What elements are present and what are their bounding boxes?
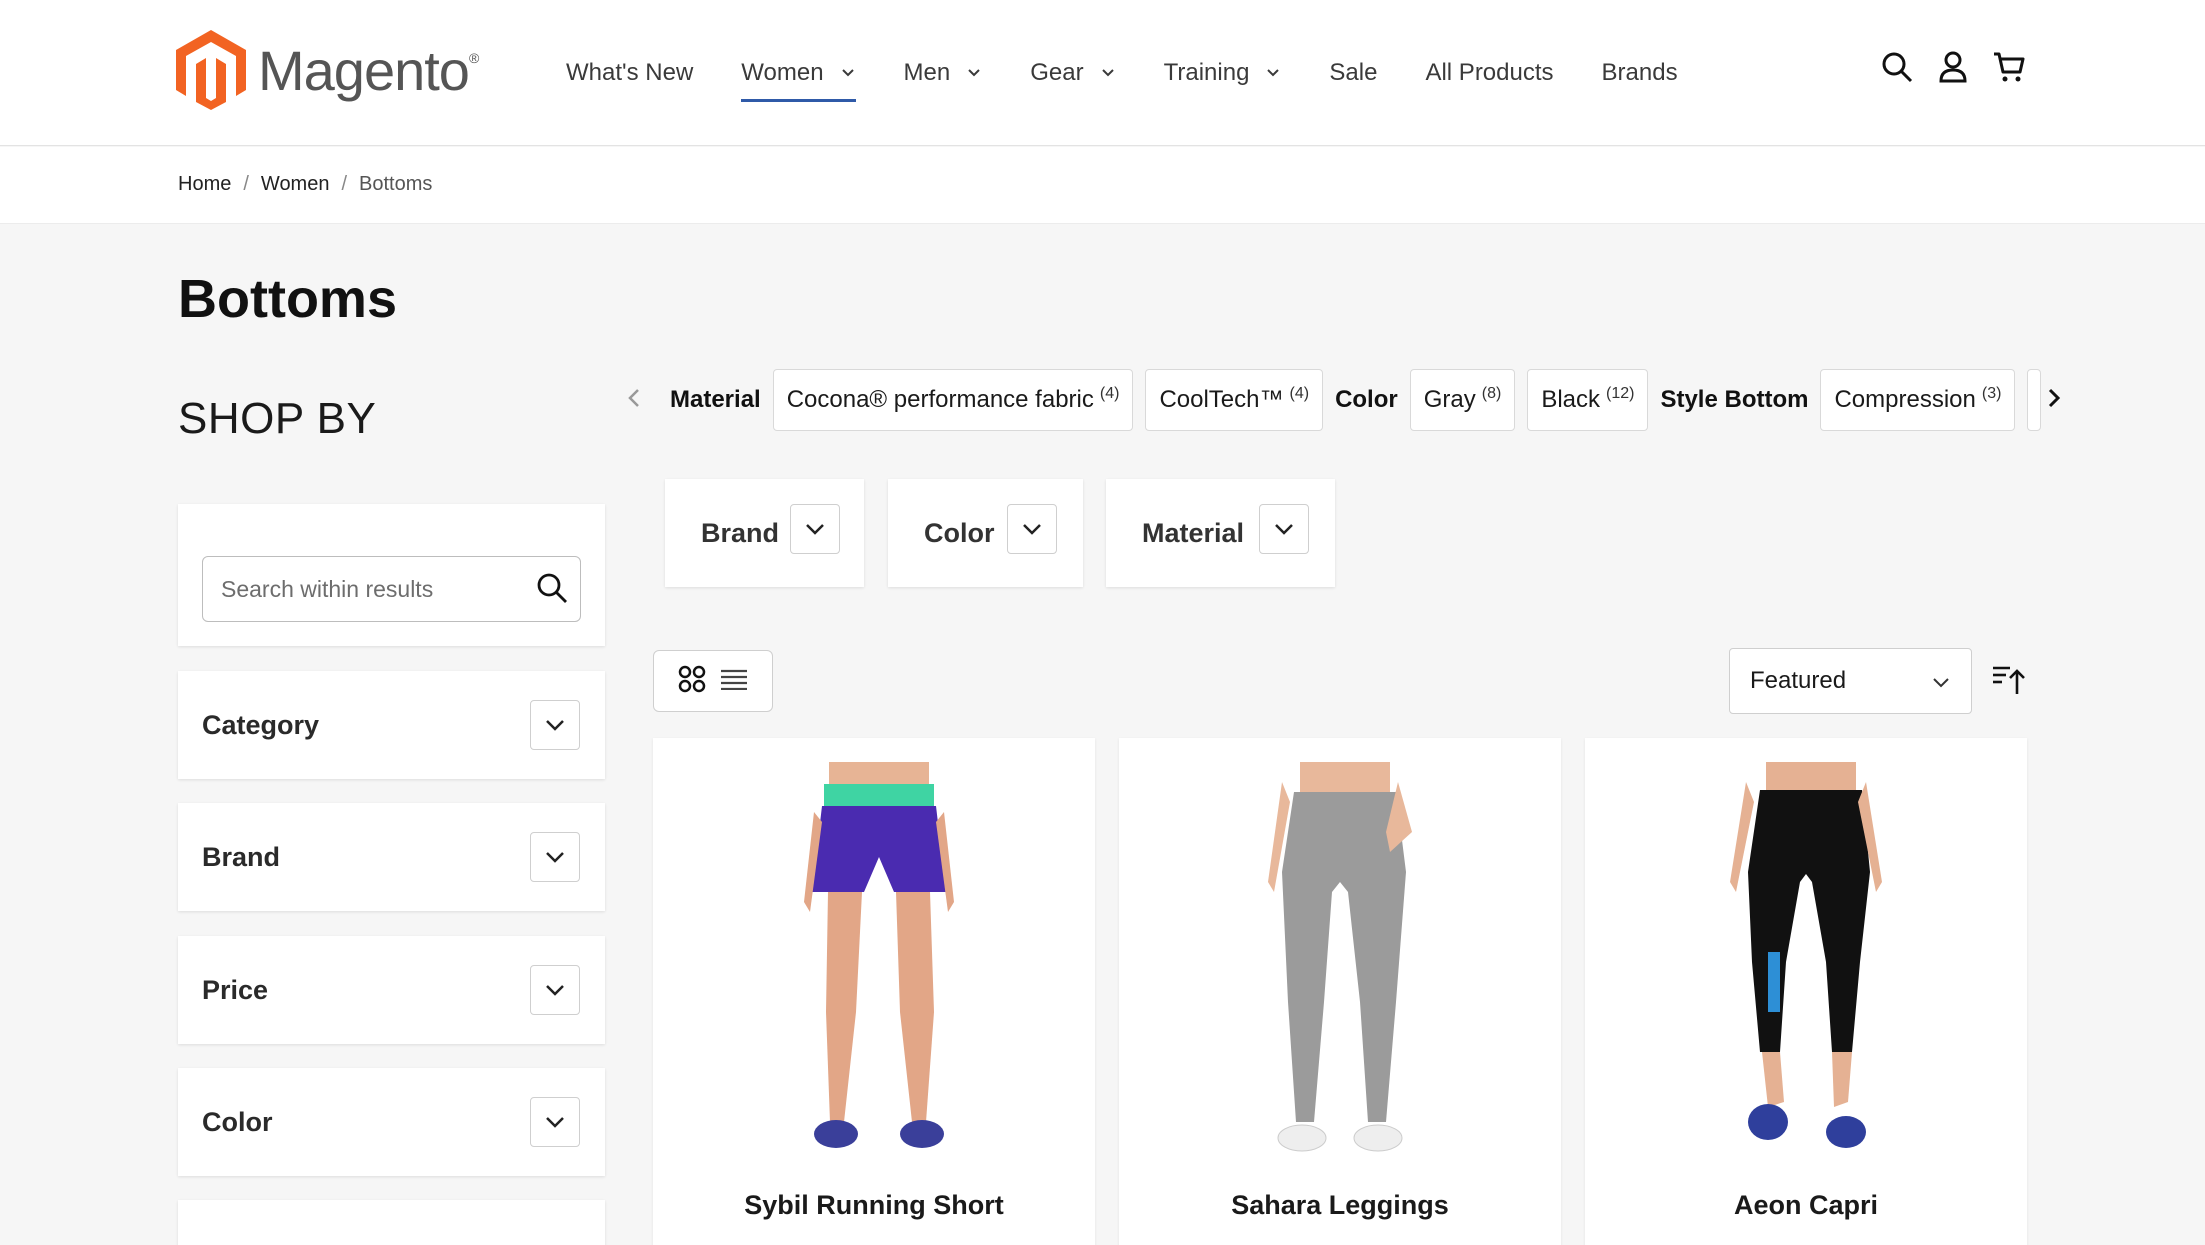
breadcrumb-home[interactable]: Home: [178, 173, 231, 196]
applied-filter-chips: Material Cocona® performance fabric (4) C…: [664, 368, 2042, 432]
header-actions: [1880, 50, 2026, 84]
filter-color-toggle[interactable]: [530, 1097, 580, 1147]
nav-gear[interactable]: Gear: [1030, 0, 1115, 146]
chevron-down-icon: [1023, 524, 1041, 535]
product-card[interactable]: Sahara Leggings: [1119, 738, 1561, 1245]
top-filter-color-toggle[interactable]: [1007, 504, 1057, 554]
site-header: Magento® What's New Women Men Gear Train…: [0, 0, 2205, 146]
product-card[interactable]: Sybil Running Short: [653, 738, 1095, 1245]
top-filter-brand-toggle[interactable]: [790, 504, 840, 554]
chevron-down-icon: [1101, 69, 1114, 77]
chevron-down-icon: [1267, 69, 1280, 77]
top-filter-brand-label: Brand: [701, 517, 780, 548]
product-image[interactable]: [1656, 762, 1956, 1162]
chevron-down-icon: [546, 720, 564, 731]
product-image[interactable]: [1190, 762, 1490, 1162]
page-title: Bottoms: [178, 269, 397, 329]
nav-sale[interactable]: Sale: [1329, 0, 1377, 146]
magento-logo[interactable]: Magento®: [176, 30, 479, 110]
magento-logo-icon: [176, 30, 246, 110]
sort-direction-icon[interactable]: [1992, 664, 2026, 701]
cart-icon[interactable]: [1992, 50, 2026, 84]
chevron-left-icon[interactable]: [624, 386, 644, 415]
filter-chip[interactable]: Compression (3): [1820, 369, 2016, 431]
filter-next[interactable]: [178, 1200, 605, 1245]
grid-view-icon[interactable]: [678, 665, 706, 698]
breadcrumb-current: Bottoms: [359, 173, 433, 195]
filter-brand-label: Brand: [202, 841, 281, 872]
top-filter-material-toggle[interactable]: [1259, 504, 1309, 554]
filter-price-label: Price: [202, 974, 269, 1005]
top-filter-material[interactable]: Material: [1106, 479, 1335, 587]
top-filter-brand[interactable]: Brand: [665, 479, 864, 587]
filter-brand[interactable]: Brand: [178, 803, 605, 911]
chevron-down-icon: [546, 852, 564, 863]
nav-women[interactable]: Women: [741, 0, 856, 146]
chip-group-label: Color: [1335, 386, 1398, 413]
logo-text: Magento®: [258, 38, 479, 102]
filter-price[interactable]: Price: [178, 936, 605, 1044]
breadcrumb-separator: /: [243, 173, 249, 195]
nav-brands[interactable]: Brands: [1602, 0, 1678, 146]
product-image[interactable]: [724, 762, 1024, 1162]
chevron-down-icon: [1275, 524, 1293, 535]
shop-by-heading: SHOP BY: [178, 394, 377, 443]
filter-chip-partial[interactable]: [2027, 369, 2042, 431]
filter-category-label: Category: [202, 709, 320, 740]
product-name[interactable]: Sahara Leggings: [1119, 1190, 1561, 1221]
filter-chip[interactable]: Black (12): [1527, 369, 1649, 431]
filter-color[interactable]: Color: [178, 1068, 605, 1176]
filter-category-toggle[interactable]: [530, 700, 580, 750]
chevron-right-icon[interactable]: [2044, 384, 2064, 417]
nav-men[interactable]: Men: [904, 0, 983, 146]
filter-chip[interactable]: CoolTech™ (4): [1145, 369, 1324, 431]
chevron-down-icon: [806, 524, 824, 535]
chevron-down-icon: [546, 1117, 564, 1128]
sort-by-value: Featured: [1750, 667, 1847, 694]
product-card[interactable]: Aeon Capri: [1585, 738, 2027, 1245]
product-name[interactable]: Aeon Capri: [1585, 1190, 2027, 1221]
search-within-panel: [178, 504, 605, 646]
search-icon[interactable]: [1880, 50, 1914, 84]
filter-price-toggle[interactable]: [530, 965, 580, 1015]
product-name[interactable]: Sybil Running Short: [653, 1190, 1095, 1221]
chevron-down-icon: [546, 985, 564, 996]
filter-brand-toggle[interactable]: [530, 832, 580, 882]
chevron-down-icon: [968, 69, 980, 77]
breadcrumb-bar: Home / Women / Bottoms: [0, 147, 2205, 224]
search-icon[interactable]: [536, 572, 568, 609]
search-within-field: [202, 556, 581, 622]
top-filter-color-label: Color: [924, 517, 995, 548]
nav-all-products[interactable]: All Products: [1425, 0, 1553, 146]
list-view-icon[interactable]: [720, 668, 748, 695]
main-nav: What's New Women Men Gear Training Sale …: [566, 0, 1726, 146]
filter-chip[interactable]: Gray (8): [1409, 369, 1516, 431]
view-mode-toggle: [653, 650, 773, 712]
nav-whats-new[interactable]: What's New: [566, 0, 693, 146]
search-within-input[interactable]: [221, 557, 521, 621]
breadcrumb-women[interactable]: Women: [261, 173, 330, 196]
top-filter-material-label: Material: [1142, 517, 1245, 548]
applied-filters-carousel: Material Cocona® performance fabric (4) C…: [624, 368, 2064, 432]
top-filter-color[interactable]: Color: [888, 479, 1083, 587]
account-icon[interactable]: [1936, 50, 1970, 84]
breadcrumb: Home / Women / Bottoms: [178, 173, 432, 196]
breadcrumb-separator: /: [341, 173, 348, 195]
sort-by-select[interactable]: Featured: [1729, 648, 1972, 714]
filter-color-label: Color: [202, 1106, 273, 1137]
filter-category[interactable]: Category: [178, 671, 605, 779]
filter-chip[interactable]: Cocona® performance fabric (4): [772, 369, 1134, 431]
chevron-down-icon: [841, 69, 854, 77]
chevron-down-icon: [1933, 678, 1949, 688]
nav-training[interactable]: Training: [1164, 0, 1282, 146]
chip-group-label: Style Bottom: [1660, 386, 1809, 413]
chip-group-label: Material: [670, 386, 761, 413]
